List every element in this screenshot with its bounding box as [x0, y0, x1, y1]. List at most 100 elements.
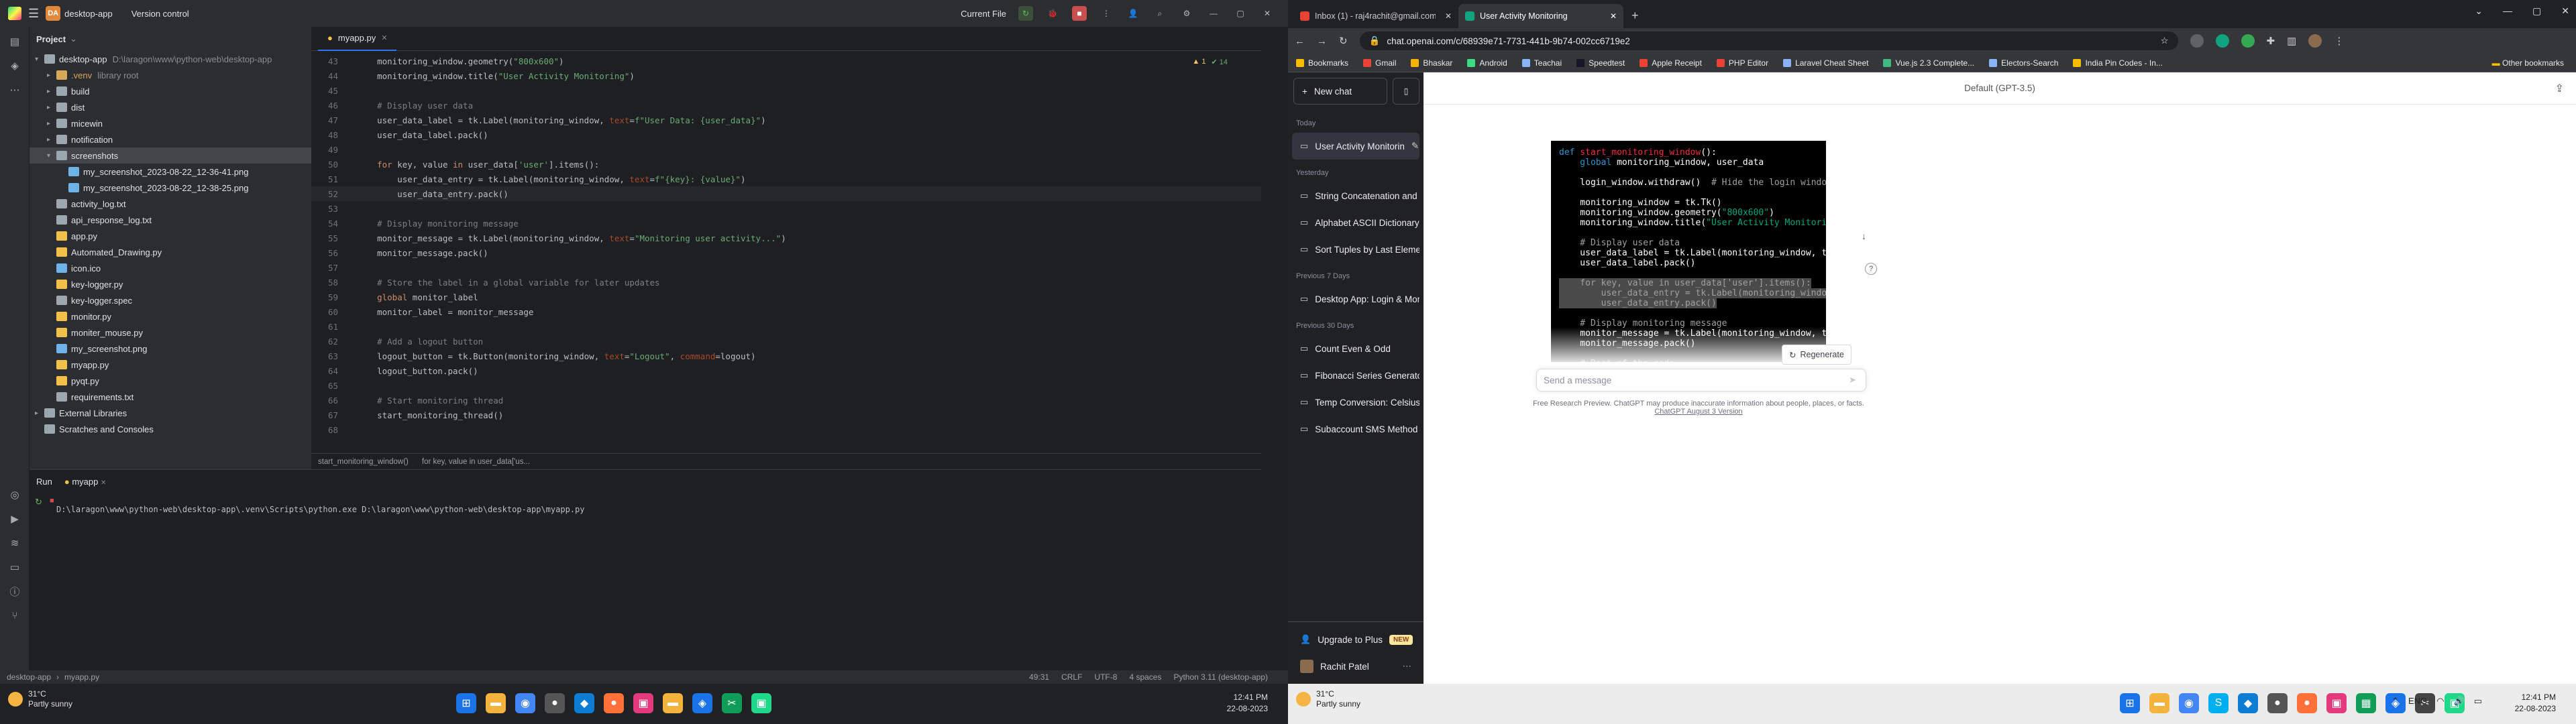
bookmark-item[interactable]: India Pin Codes - In...: [2073, 58, 2163, 68]
tree-item[interactable]: requirements.txt: [30, 389, 311, 405]
skype-icon[interactable]: S: [2208, 693, 2229, 713]
account-icon[interactable]: 👤: [1126, 6, 1140, 21]
code-line[interactable]: 48 user_data_label.pack(): [311, 127, 1261, 142]
chrome-icon[interactable]: ◉: [2179, 693, 2199, 713]
tree-item[interactable]: ▸ .venv library root: [30, 67, 311, 83]
share-icon[interactable]: ⇪: [2555, 82, 2564, 95]
address-bar[interactable]: 🔒 chat.openai.com/c/68939e71-7731-441b-9…: [1359, 32, 2178, 50]
tree-item[interactable]: my_screenshot.png: [30, 341, 311, 357]
tree-item[interactable]: icon.ico: [30, 260, 311, 276]
side-panel-icon[interactable]: ▥: [2287, 35, 2296, 47]
taskbar-clock[interactable]: 12:41 PM 22-08-2023: [2515, 692, 2556, 715]
code-line[interactable]: 66 # Start monitoring thread: [311, 393, 1261, 408]
caret-position[interactable]: 49:31: [1029, 672, 1049, 682]
weather-widget[interactable]: 31°C Partly sunny: [1296, 689, 1360, 709]
phpstorm-icon[interactable]: ▣: [2326, 693, 2347, 713]
project-folder-icon[interactable]: ▤: [5, 32, 24, 51]
code-line[interactable]: 49: [311, 142, 1261, 157]
tab-search-icon[interactable]: ⌄: [2475, 5, 2483, 17]
code-line[interactable]: 57: [311, 260, 1261, 275]
code-line[interactable]: 43 monitoring_window.geometry("800x600"): [311, 54, 1261, 68]
run-tab-myapp[interactable]: ● myapp ✕: [64, 477, 107, 487]
editor-tab-myapp[interactable]: ● myapp.py ✕: [318, 27, 397, 51]
snipping-tool-icon[interactable]: ✂: [722, 693, 742, 713]
bookmark-item[interactable]: Android: [1467, 58, 1507, 68]
bookmark-item[interactable]: PHP Editor: [1716, 58, 1768, 68]
tree-item[interactable]: key-logger.py: [30, 276, 311, 292]
bookmark-item[interactable]: Laravel Cheat Sheet: [1783, 58, 1868, 68]
tree-item[interactable]: Scratches and Consoles: [30, 421, 311, 437]
message-input[interactable]: Send a message ➤: [1536, 369, 1866, 391]
file-encoding[interactable]: UTF-8: [1094, 672, 1117, 682]
back-icon[interactable]: ←: [1295, 36, 1305, 47]
layers-icon[interactable]: ≋: [5, 534, 24, 552]
github-icon[interactable]: ●: [545, 693, 565, 713]
rerun-icon[interactable]: ↻: [1018, 6, 1033, 21]
reload-icon[interactable]: ↻: [1339, 35, 1348, 47]
code-line[interactable]: 54 # Display monitoring message: [311, 216, 1261, 231]
status-project[interactable]: desktop-app: [7, 672, 51, 682]
search-icon[interactable]: ⌕: [1152, 6, 1167, 21]
vscode-icon[interactable]: ◆: [574, 693, 594, 713]
chat-history-item[interactable]: ▭ Subaccount SMS Method: [1292, 416, 1419, 442]
language-indicator[interactable]: ENG: [2408, 696, 2427, 707]
tree-item[interactable]: api_response_log.txt: [30, 212, 311, 228]
scroll-down-icon[interactable]: ↓: [1862, 231, 1866, 241]
inspection-widget[interactable]: ▲ 1 ✔ 14: [1192, 58, 1228, 66]
extension-icon[interactable]: [2190, 34, 2204, 48]
sheets-icon[interactable]: ▦: [2356, 693, 2376, 713]
version-link[interactable]: ChatGPT August 3 Version: [1654, 408, 1742, 416]
run-config-selector[interactable]: Current File: [961, 9, 1006, 19]
profile-avatar[interactable]: [2308, 34, 2322, 48]
pycharm-taskbar-icon[interactable]: ▣: [751, 693, 771, 713]
settings-gear-icon[interactable]: ⚙: [1179, 6, 1194, 21]
file-explorer-icon[interactable]: ▬: [486, 693, 506, 713]
extensions-puzzle-icon[interactable]: ✚: [2267, 35, 2275, 47]
vcs-widget[interactable]: Version control: [131, 9, 189, 19]
extension-icon[interactable]: [2241, 34, 2255, 48]
extension-icon[interactable]: [2215, 34, 2229, 48]
problems-icon[interactable]: ⓘ: [5, 582, 24, 601]
debug-icon[interactable]: 🐞: [1045, 6, 1060, 21]
project-switcher[interactable]: desktop-app: [64, 9, 113, 19]
code-line[interactable]: 50 for key, value in user_data['user'].i…: [311, 157, 1261, 172]
regenerate-button[interactable]: ↻ Regenerate: [1782, 345, 1851, 365]
bookmark-item[interactable]: Speedtest: [1576, 58, 1625, 68]
tree-item[interactable]: app.py: [30, 228, 311, 244]
code-line[interactable]: 62 # Add a logout button: [311, 334, 1261, 349]
code-line[interactable]: 44 monitoring_window.title("User Activit…: [311, 68, 1261, 83]
bookmark-item[interactable]: Bhaskar: [1411, 58, 1452, 68]
user-menu[interactable]: Rachit Patel ⋯: [1292, 653, 1419, 680]
firefox-icon[interactable]: ●: [2297, 693, 2317, 713]
send-icon[interactable]: ➤: [1849, 375, 1856, 385]
code-line[interactable]: 64 logout_button.pack(): [311, 363, 1261, 378]
chevron-icon[interactable]: ▸: [35, 410, 44, 417]
code-line[interactable]: 67 start_monitoring_thread(): [311, 408, 1261, 422]
tree-item[interactable]: Automated_Drawing.py: [30, 244, 311, 260]
structure-icon[interactable]: ⋯: [5, 80, 24, 99]
maps-icon[interactable]: ◈: [692, 693, 712, 713]
tree-item[interactable]: ▾ desktop-app D:\laragon\www\python-web\de…: [30, 51, 311, 67]
close-tab-icon[interactable]: ✕: [381, 34, 387, 42]
stop-icon[interactable]: ■: [50, 497, 54, 505]
bookmark-item[interactable]: Vue.js 2.3 Complete...: [1883, 58, 1974, 68]
chevron-icon[interactable]: ▸: [47, 120, 56, 127]
model-label[interactable]: Default (GPT-3.5): [1424, 72, 2576, 105]
stop-icon[interactable]: ■: [1072, 6, 1087, 21]
project-panel-header[interactable]: Project ⌄: [30, 27, 311, 51]
code-line[interactable]: 68: [311, 422, 1261, 437]
github-icon[interactable]: ●: [2267, 693, 2288, 713]
close-tab-icon[interactable]: ✕: [101, 479, 106, 487]
chat-history-item[interactable]: ▭ String Concatenation and Che: [1292, 182, 1419, 209]
git-icon[interactable]: ⑂: [5, 606, 24, 625]
help-icon[interactable]: ?: [1865, 263, 1877, 275]
more-icon[interactable]: ⋮: [1099, 6, 1114, 21]
windows-start-icon[interactable]: ⊞: [2120, 693, 2140, 713]
sidebar-toggle-icon[interactable]: ▯: [1393, 78, 1419, 105]
chevron-icon[interactable]: ▸: [47, 88, 56, 95]
browser-tab[interactable]: Inbox (1) - raj4rachit@gmail.com ✕: [1293, 4, 1458, 28]
tree-item[interactable]: ▸ External Libraries: [30, 405, 311, 421]
code-line[interactable]: 47 user_data_label = tk.Label(monitoring…: [311, 113, 1261, 127]
code-line[interactable]: 53: [311, 201, 1261, 216]
chat-history-item[interactable]: ▭ Alphabet ASCII Dictionary: [1292, 209, 1419, 236]
